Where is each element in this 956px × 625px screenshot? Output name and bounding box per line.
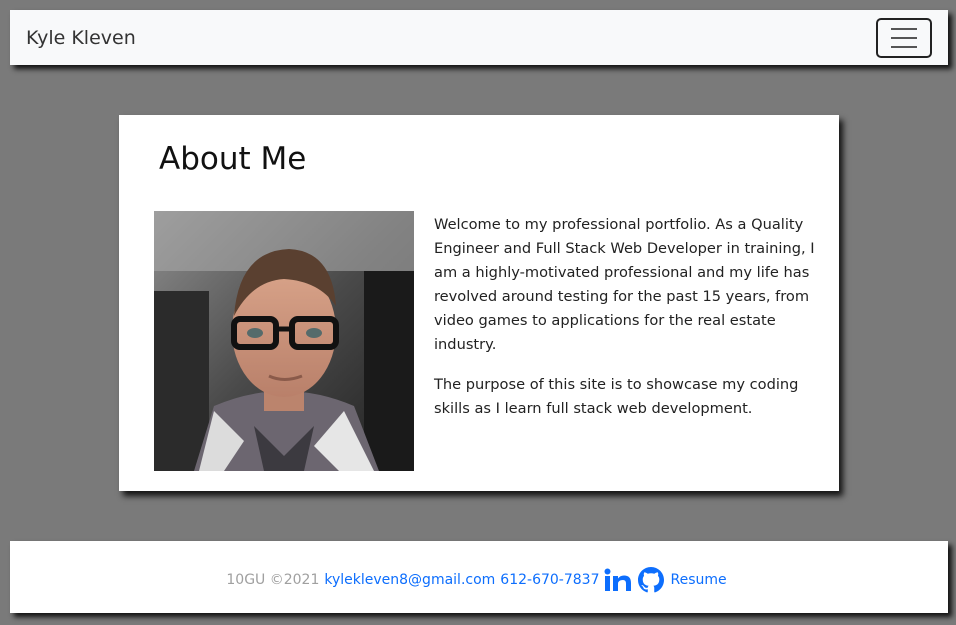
about-card: About Me Welcome to my professional port… [119,115,839,491]
email-link[interactable]: kylekleven8@gmail.com [324,572,495,588]
hamburger-menu-icon [891,36,917,39]
phone-link[interactable]: 612-670-7837 [500,572,599,588]
bio-paragraph: Welcome to my professional portfolio. As… [434,216,815,353]
github-icon[interactable] [638,567,665,593]
hamburger-menu-icon [891,45,917,48]
navbar-toggle-button[interactable] [876,17,932,58]
profile-photo [154,211,414,471]
navbar-brand[interactable]: Kyle Kleven [26,27,136,49]
bio-paragraph: The purpose of this site is to showcase … [434,376,799,417]
copyright-text: 10GU ©2021 [226,572,320,588]
navbar: Kyle Kleven [10,10,948,65]
page-title: About Me [159,141,307,177]
linkedin-icon[interactable] [604,568,632,592]
hamburger-menu-icon [891,27,917,30]
resume-link[interactable]: Resume [670,572,726,588]
footer: 10GU ©2021 kylekleven8@gmail.com 612-670… [10,541,948,613]
bio-text: Welcome to my professional portfolio. As… [434,213,829,437]
